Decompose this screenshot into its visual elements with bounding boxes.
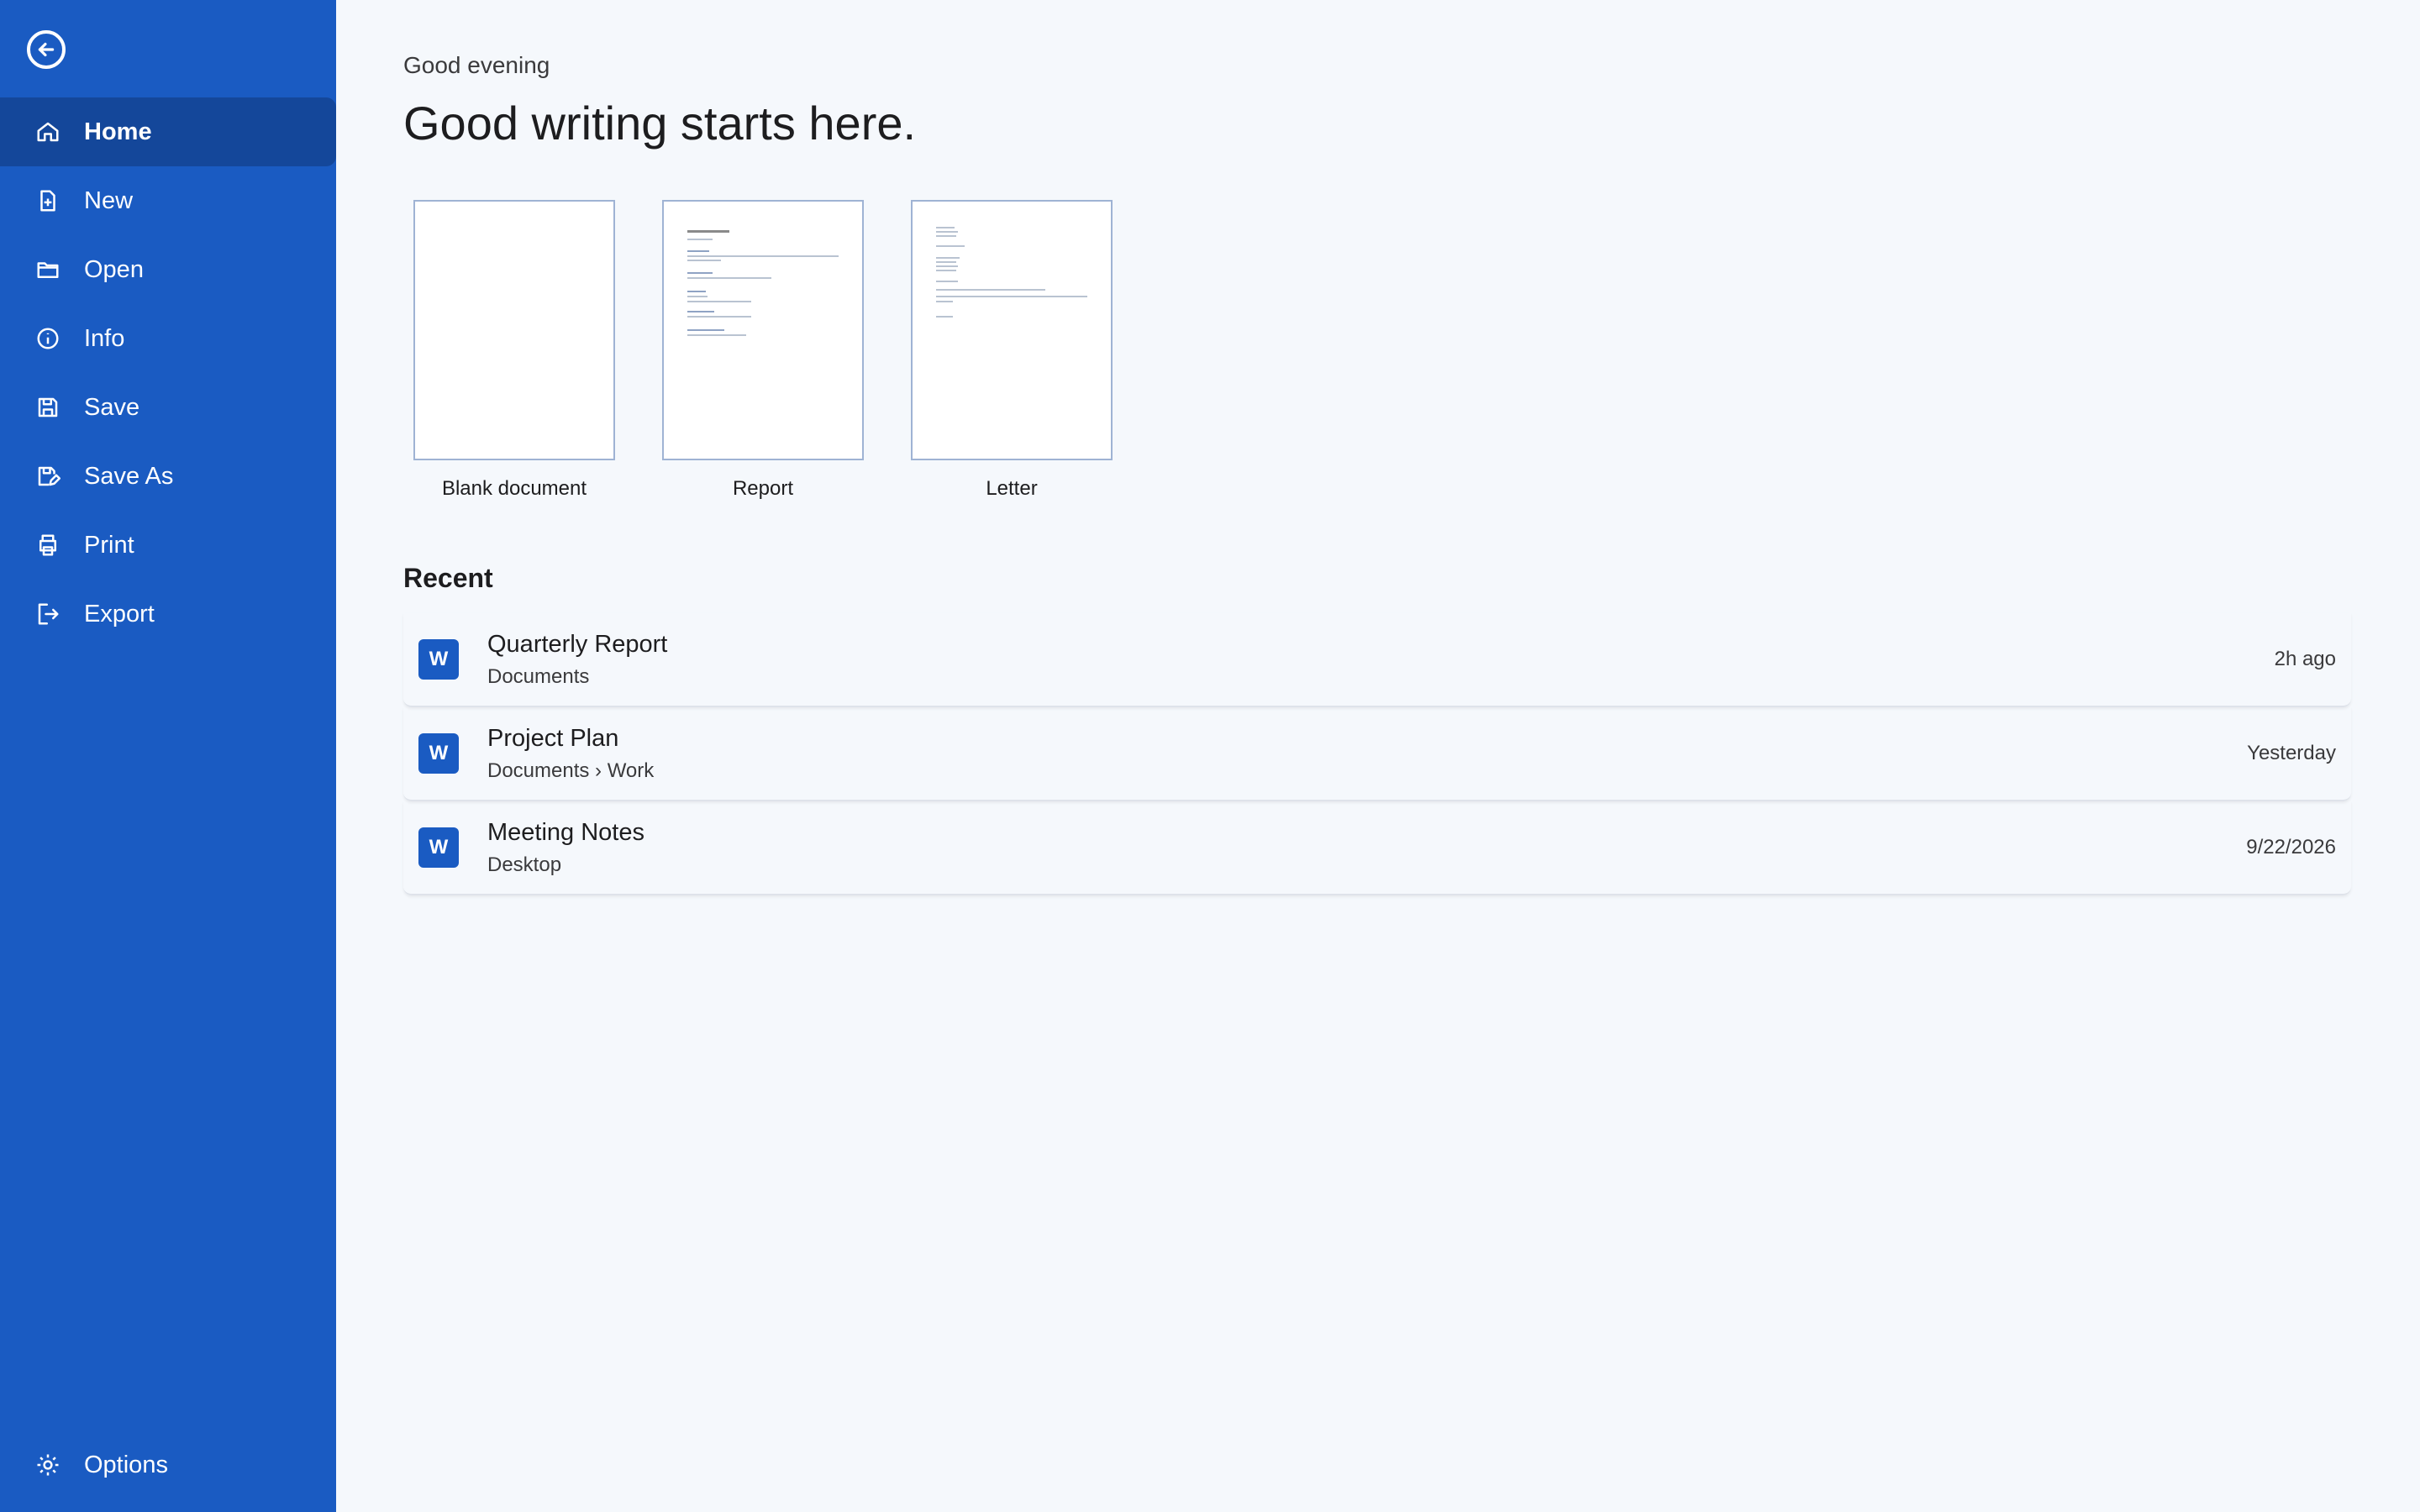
arrow-left-icon: [38, 42, 55, 57]
sidebar-item-label: Print: [84, 531, 134, 559]
sidebar-item-home[interactable]: Home: [0, 97, 336, 166]
template-letter[interactable]: Letter: [911, 200, 1113, 501]
back-button[interactable]: [27, 30, 66, 69]
template-label: Blank document: [441, 477, 587, 500]
template-gallery: Blank document Report Letter: [413, 200, 1113, 501]
doc-modified-time: Yesterday: [2247, 742, 2336, 764]
sidebar-item-label: New: [84, 186, 134, 214]
new-doc-icon: [34, 186, 62, 215]
doc-name: Meeting Notes: [487, 818, 644, 846]
template-thumbnail: [413, 200, 615, 460]
recent-item-quarterly-report[interactable]: W Quarterly Report Documents 2h ago: [403, 613, 2351, 707]
template-report[interactable]: Report: [662, 200, 864, 501]
greeting: Good evening: [403, 52, 550, 78]
sidebar-item-label: Home: [84, 118, 152, 145]
word-doc-icon: W: [418, 827, 459, 868]
print-icon: [34, 531, 62, 559]
template-label: Report: [732, 477, 794, 500]
backstage-sidebar: Home New Open Info Save Save As Print Ex…: [0, 0, 336, 1512]
sidebar-item-new[interactable]: New: [0, 166, 336, 235]
sidebar-item-save[interactable]: Save: [0, 373, 336, 442]
sidebar-item-label: Save: [84, 393, 140, 421]
sidebar-nav: Home New Open Info Save Save As Print Ex…: [0, 97, 336, 648]
sidebar-item-open[interactable]: Open: [0, 235, 336, 304]
info-icon: [34, 324, 62, 353]
folder-icon: [34, 255, 62, 284]
sidebar-item-label: Save As: [84, 462, 174, 490]
doc-path: Documents › Work: [487, 759, 655, 782]
template-thumbnail: [662, 200, 864, 460]
backstage-main: Good evening Good writing starts here. B…: [336, 0, 2420, 1512]
recent-item-meeting-notes[interactable]: W Meeting Notes Desktop 9/22/2026: [403, 801, 2351, 895]
save-as-icon: [34, 462, 62, 491]
sidebar-item-label: Info: [84, 324, 125, 352]
save-icon: [34, 393, 62, 422]
export-icon: [34, 600, 62, 628]
sidebar-item-options[interactable]: Options: [0, 1431, 336, 1499]
template-thumbnail: [911, 200, 1113, 460]
recent-heading: Recent: [403, 563, 493, 593]
template-label: Letter: [986, 477, 1038, 500]
recent-item-project-plan[interactable]: W Project Plan Documents › Work Yesterda…: [403, 707, 2351, 801]
doc-path: Desktop: [487, 853, 562, 876]
sidebar-item-label: Open: [84, 255, 144, 283]
sidebar-item-print[interactable]: Print: [0, 511, 336, 580]
recent-list: W Quarterly Report Documents 2h ago W Pr…: [403, 613, 2351, 895]
gear-icon: [34, 1451, 62, 1479]
sidebar-item-info[interactable]: Info: [0, 304, 336, 373]
sidebar-item-label: Export: [84, 600, 155, 627]
doc-modified-time: 2h ago: [2274, 648, 2336, 670]
doc-path: Documents: [487, 664, 590, 688]
doc-name: Project Plan: [487, 724, 619, 752]
doc-modified-time: 9/22/2026: [2246, 836, 2336, 858]
word-doc-icon: W: [418, 733, 459, 774]
sidebar-item-export[interactable]: Export: [0, 580, 336, 648]
sidebar-item-save-as[interactable]: Save As: [0, 442, 336, 511]
word-doc-icon: W: [418, 639, 459, 680]
template-blank-document[interactable]: Blank document: [413, 200, 615, 501]
sidebar-item-label: Options: [84, 1451, 168, 1478]
home-icon: [34, 118, 62, 146]
doc-name: Quarterly Report: [487, 630, 668, 658]
page-title: Good writing starts here.: [403, 97, 917, 150]
